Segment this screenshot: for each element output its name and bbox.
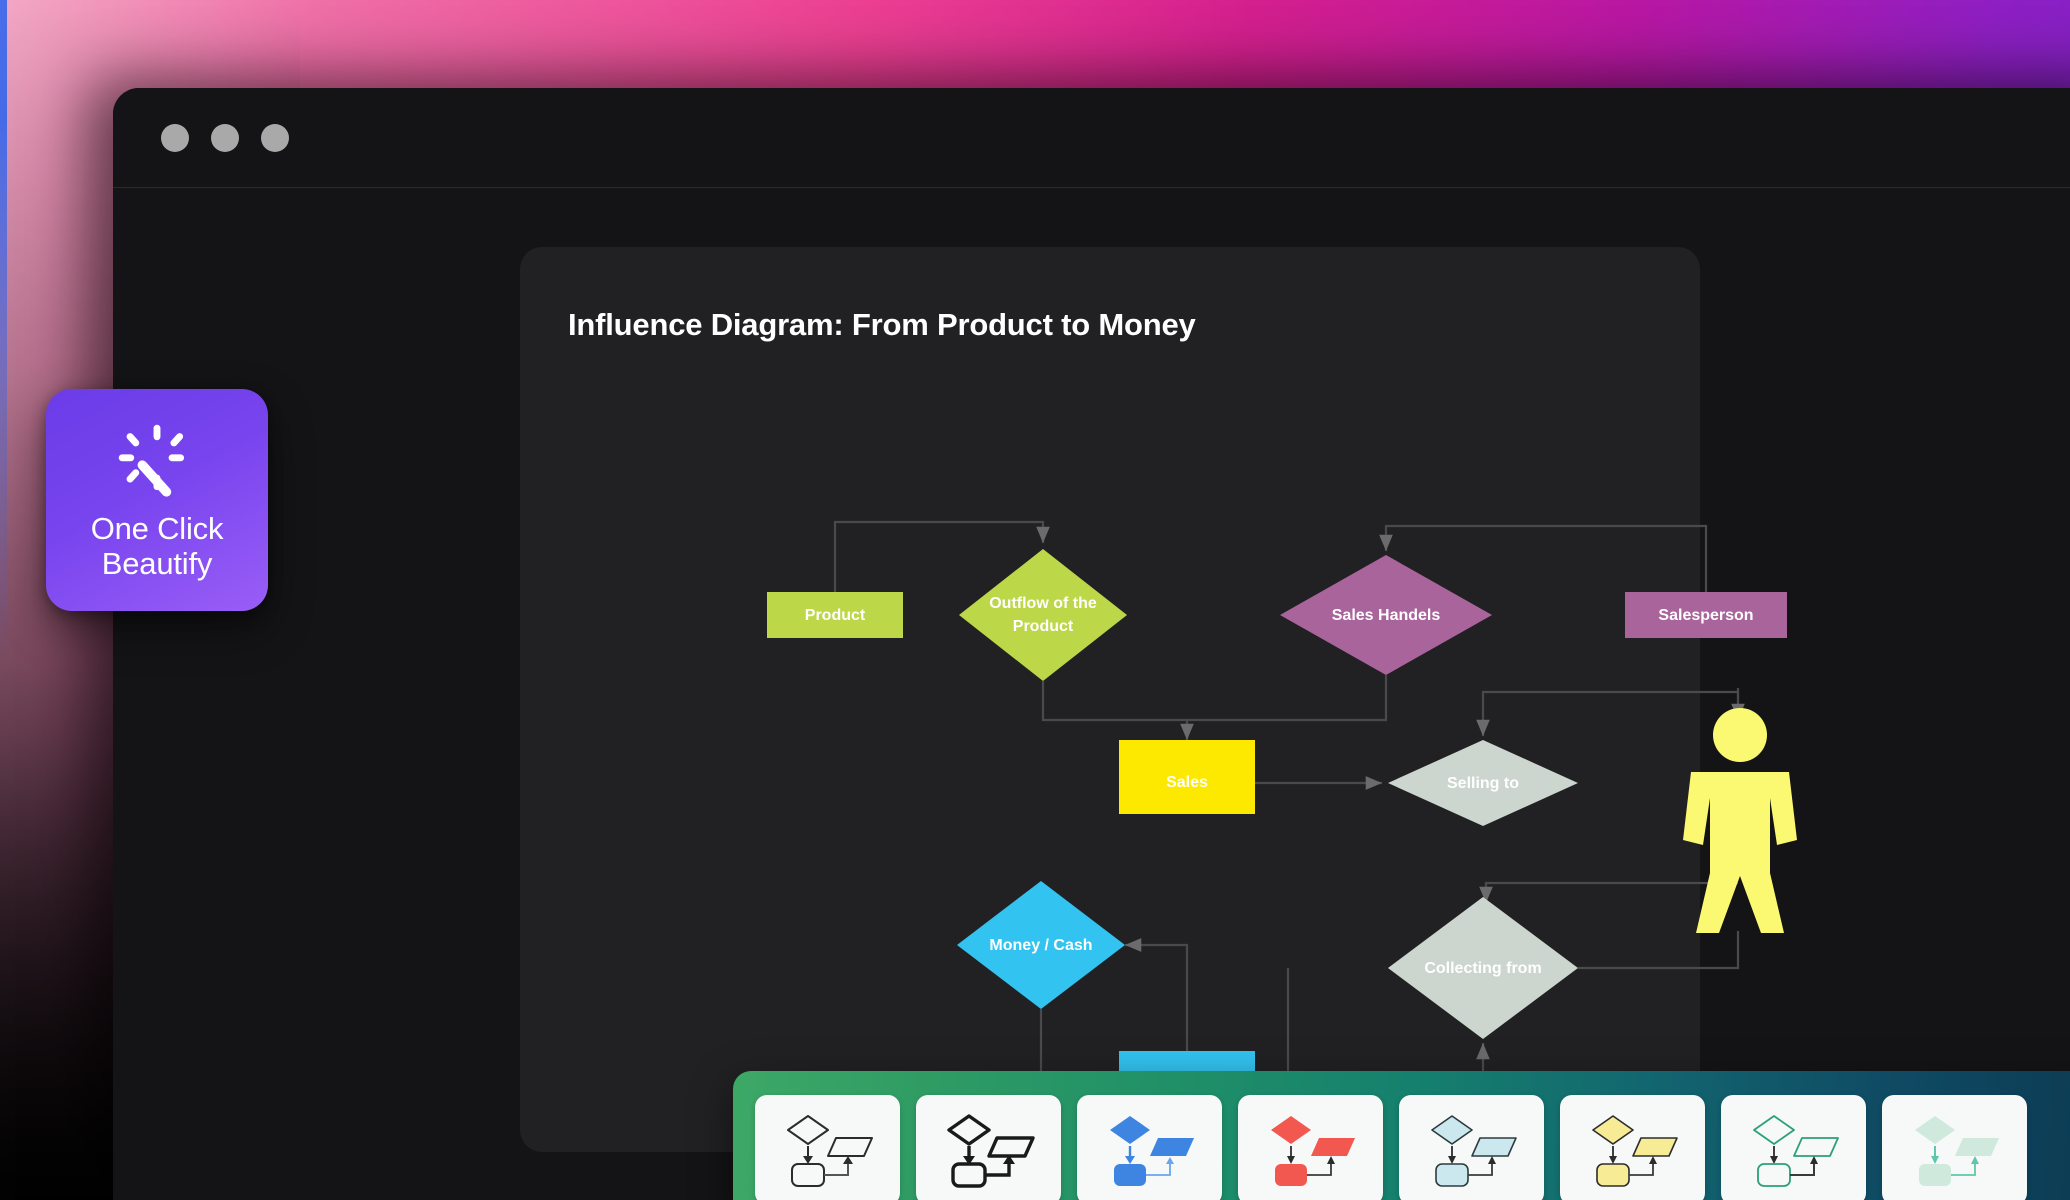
minimize-button[interactable]: [211, 123, 239, 152]
beautify-label: One Click Beautify: [91, 512, 224, 581]
template-card-blue-filled[interactable]: [1077, 1095, 1222, 1200]
one-click-beautify-badge[interactable]: One Click Beautify: [46, 389, 268, 611]
beautify-label-line2: Beautify: [101, 546, 213, 581]
sparkle-wand-icon: [118, 425, 185, 497]
close-button[interactable]: [161, 123, 189, 152]
style-template-bar[interactable]: [733, 1071, 2070, 1200]
actor-icon[interactable]: [1683, 708, 1797, 933]
template-card-outline-thin[interactable]: [755, 1095, 900, 1200]
page-title: Influence Diagram: From Product to Money: [568, 307, 1196, 342]
template-card-teal-filled[interactable]: [1882, 1095, 2027, 1200]
template-card-yellow[interactable]: [1560, 1095, 1705, 1200]
template-card-light-blue[interactable]: [1399, 1095, 1544, 1200]
template-card-outline-bold[interactable]: [916, 1095, 1061, 1200]
app-window: Influence Diagram: From Product to Money: [113, 88, 2070, 1200]
template-card-green-outline[interactable]: [1721, 1095, 1866, 1200]
window-titlebar: [113, 88, 2070, 188]
diagram-canvas-panel[interactable]: Influence Diagram: From Product to Money: [520, 247, 1700, 1152]
template-card-red-filled[interactable]: [1238, 1095, 1383, 1200]
backdrop-blue-edge: [0, 0, 7, 1200]
maximize-button[interactable]: [261, 123, 289, 152]
screenshot-root: Influence Diagram: From Product to Money: [0, 0, 2070, 1200]
beautify-label-line1: One Click: [90, 511, 224, 547]
